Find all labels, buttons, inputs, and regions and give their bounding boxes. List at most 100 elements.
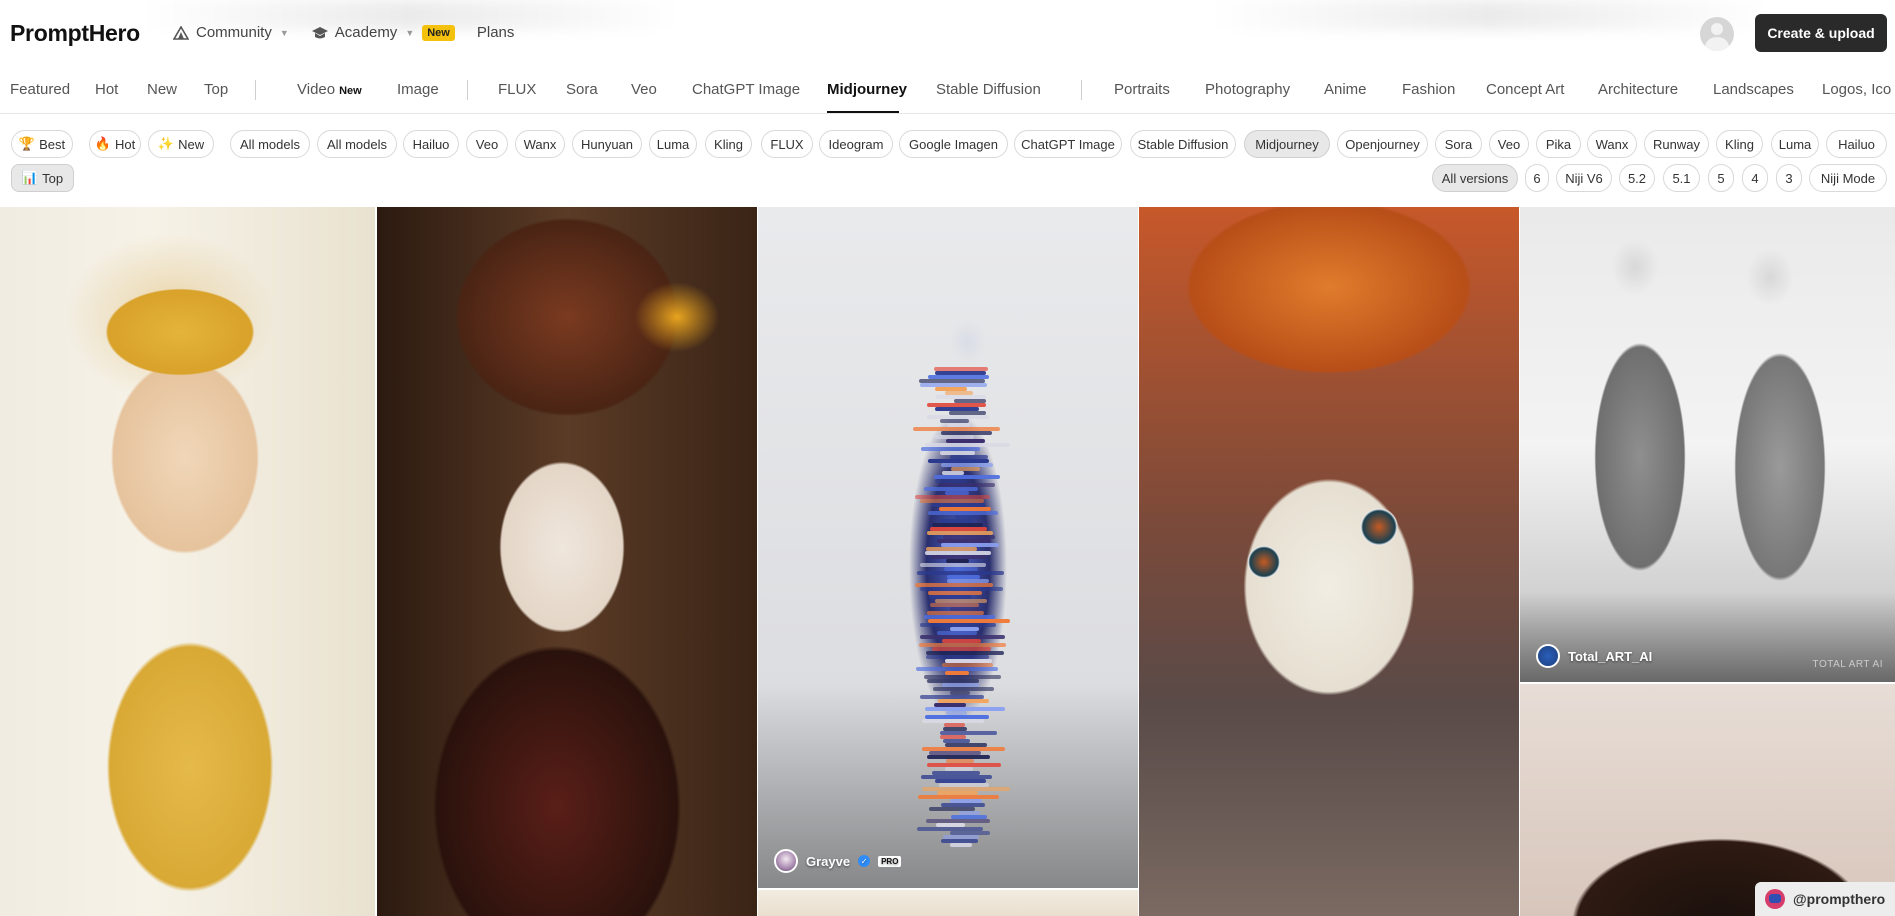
- model-chip-kling-2[interactable]: Kling: [1716, 130, 1763, 158]
- version-chip-6[interactable]: 6: [1525, 164, 1549, 192]
- tab-anime[interactable]: Anime: [1324, 81, 1367, 98]
- version-chip-4[interactable]: 4: [1742, 164, 1768, 192]
- site-header: PromptHero Community ▼ Academy ▼ New Pla…: [0, 0, 1895, 68]
- tab-image[interactable]: Image: [397, 81, 439, 98]
- nav-divider: [255, 80, 256, 100]
- model-chip-runway[interactable]: Runway: [1644, 130, 1709, 158]
- model-chip-pika[interactable]: Pika: [1536, 130, 1581, 158]
- tab-flux[interactable]: FLUX: [498, 81, 536, 98]
- nav-plans-label: Plans: [476, 24, 515, 41]
- nav-community-label: Community: [196, 24, 272, 41]
- author-avatar: [774, 849, 798, 873]
- user-avatar[interactable]: [1700, 17, 1734, 51]
- sort-best-chip[interactable]: 🏆 Best: [11, 130, 73, 158]
- tab-midjourney[interactable]: Midjourney: [827, 81, 907, 98]
- gallery-tile-glitch-figure[interactable]: Grayve ✓ PRO: [758, 207, 1138, 888]
- nav-divider: [1081, 80, 1082, 100]
- model-chip-wanx-2[interactable]: Wanx: [1587, 130, 1637, 158]
- sort-top-label: Top: [42, 170, 64, 186]
- fire-icon: 🔥: [94, 136, 111, 151]
- tile-author[interactable]: Grayve ✓ PRO: [774, 849, 902, 873]
- header-background-blur: [1210, 0, 1770, 30]
- tab-chatgpt-image[interactable]: ChatGPT Image: [692, 81, 800, 98]
- glitch-figure-art: [908, 327, 1013, 847]
- version-chip-5-2[interactable]: 5.2: [1619, 164, 1655, 192]
- create-upload-button[interactable]: Create & upload: [1755, 14, 1887, 52]
- tile-author[interactable]: Total_ART_AI: [1536, 644, 1652, 668]
- tab-concept-art[interactable]: Concept Art: [1486, 81, 1564, 98]
- model-chip-ideogram[interactable]: Ideogram: [819, 130, 893, 158]
- nav-academy[interactable]: Academy ▼ New: [311, 24, 455, 41]
- gallery-tile-sugar-skull-character[interactable]: [1139, 207, 1519, 916]
- image-gallery: Grayve ✓ PRO Total_ART_AI TOTAL ART AI: [0, 207, 1895, 916]
- model-chip-chatgpt-image[interactable]: ChatGPT Image: [1014, 130, 1122, 158]
- model-chip-flux[interactable]: FLUX: [761, 130, 813, 158]
- handle-label: @prompthero: [1793, 891, 1886, 907]
- model-chip-hailuo-2[interactable]: Hailuo: [1826, 130, 1887, 158]
- tab-video[interactable]: Video New: [297, 81, 362, 98]
- sort-new-chip[interactable]: ✨ New: [148, 130, 214, 158]
- nav-plans[interactable]: Plans: [477, 24, 515, 41]
- tab-fashion[interactable]: Fashion: [1402, 81, 1455, 98]
- gallery-tile-catrina-portrait[interactable]: [377, 207, 757, 916]
- sort-top-chip[interactable]: 📊 Top: [11, 164, 74, 192]
- tab-architecture[interactable]: Architecture: [1598, 81, 1678, 98]
- verified-icon: ✓: [858, 855, 871, 867]
- nav-academy-label: Academy: [334, 24, 398, 41]
- author-name: Total_ART_AI: [1568, 648, 1653, 664]
- glitch-stripe: [950, 843, 973, 847]
- version-chip-5[interactable]: 5: [1708, 164, 1734, 192]
- tab-landscapes[interactable]: Landscapes: [1713, 81, 1794, 98]
- graduation-cap-icon: [311, 25, 329, 41]
- model-chip-kling[interactable]: Kling: [705, 130, 752, 158]
- model-chip-luma-2[interactable]: Luma: [1771, 130, 1819, 158]
- gallery-tile-partial[interactable]: [758, 890, 1138, 916]
- ranking-icon: 📊: [21, 170, 39, 185]
- tab-stable-diffusion[interactable]: Stable Diffusion: [936, 81, 1041, 98]
- tab-sora[interactable]: Sora: [566, 81, 598, 98]
- model-chip-stable-diffusion[interactable]: Stable Diffusion: [1130, 130, 1236, 158]
- model-chip-openjourney[interactable]: Openjourney: [1337, 130, 1428, 158]
- video-new-tag: New: [339, 85, 362, 97]
- tab-featured[interactable]: Featured: [10, 81, 70, 98]
- tab-top[interactable]: Top: [204, 81, 228, 98]
- author-name: Grayve: [806, 853, 851, 869]
- model-chip-all-models-2[interactable]: All models: [317, 130, 397, 158]
- category-navigation: Featured Hot New Top Video New Image FLUX…: [0, 68, 1895, 114]
- model-chip-google-imagen[interactable]: Google Imagen: [899, 130, 1008, 158]
- gallery-tile-sketch-nuns[interactable]: Total_ART_AI TOTAL ART AI: [1520, 207, 1895, 682]
- gallery-tile-woman-yellow-headband[interactable]: [0, 207, 375, 916]
- model-chip-hailuo[interactable]: Hailuo: [403, 130, 459, 158]
- tab-new[interactable]: New: [147, 81, 177, 98]
- chevron-down-icon: ▼: [405, 27, 415, 38]
- tab-veo[interactable]: Veo: [631, 81, 657, 98]
- new-badge: New: [422, 24, 455, 41]
- model-chip-veo-2[interactable]: Veo: [1489, 130, 1529, 158]
- active-tab-underline: [827, 111, 899, 113]
- top-navigation: Community ▼ Academy ▼ New Plans: [172, 24, 514, 41]
- sort-best-label: Best: [39, 136, 66, 152]
- version-chip-5-1[interactable]: 5.1: [1663, 164, 1700, 192]
- community-icon: [172, 25, 190, 41]
- model-chip-sora[interactable]: Sora: [1435, 130, 1482, 158]
- tab-portraits[interactable]: Portraits: [1114, 81, 1170, 98]
- version-chip-all-versions[interactable]: All versions: [1432, 164, 1518, 192]
- sort-new-label: New: [178, 136, 205, 152]
- model-chip-all-models[interactable]: All models: [230, 130, 310, 158]
- model-chip-luma[interactable]: Luma: [649, 130, 697, 158]
- version-chip-niji-v6[interactable]: Niji V6: [1556, 164, 1612, 192]
- prompthero-handle[interactable]: @prompthero: [1755, 882, 1895, 916]
- model-chip-veo[interactable]: Veo: [466, 130, 508, 158]
- tab-photography[interactable]: Photography: [1205, 81, 1290, 98]
- model-chip-midjourney[interactable]: Midjourney: [1244, 130, 1330, 158]
- prompthero-avatar-icon: [1765, 889, 1785, 909]
- model-chip-wanx[interactable]: Wanx: [515, 130, 565, 158]
- site-logo[interactable]: PromptHero: [10, 20, 140, 47]
- tab-hot[interactable]: Hot: [95, 81, 118, 98]
- sort-hot-chip[interactable]: 🔥 Hot: [89, 130, 141, 158]
- tab-logos-icons[interactable]: Logos, Ico: [1822, 81, 1891, 98]
- version-chip-niji-mode[interactable]: Niji Mode: [1809, 164, 1887, 192]
- nav-community[interactable]: Community ▼: [172, 24, 289, 41]
- model-chip-hunyuan[interactable]: Hunyuan: [572, 130, 642, 158]
- version-chip-3[interactable]: 3: [1776, 164, 1802, 192]
